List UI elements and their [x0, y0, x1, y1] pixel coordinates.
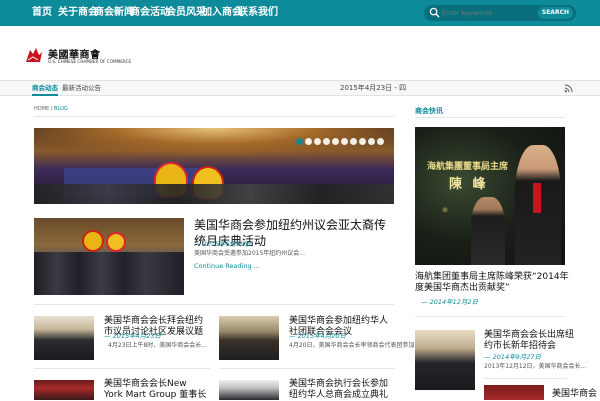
- sidebar-post-title[interactable]: 美国华商会会长出席纽约市长新年招待会: [484, 330, 574, 352]
- nav-item-activities[interactable]: 商会活动: [130, 0, 170, 26]
- slider-dot[interactable]: [359, 138, 366, 145]
- divider: [34, 368, 210, 369]
- post-excerpt: 4月20日，美国华商会会长率领商会代表团参加...: [289, 342, 421, 349]
- nav-item-about[interactable]: 关于商会: [58, 0, 98, 26]
- featured-post-image[interactable]: [34, 218, 184, 295]
- slider-dot[interactable]: [377, 138, 384, 145]
- tab-strip: 商会动态 最新活动公告 2015年4月23日 - 四: [0, 80, 600, 96]
- divider: [34, 116, 394, 117]
- lion-dance-figure: [82, 230, 104, 252]
- sidebar-post-thumbnail[interactable]: [415, 330, 475, 390]
- slider-dot[interactable]: [305, 138, 312, 145]
- slider-dot[interactable]: [368, 138, 375, 145]
- continue-reading-link[interactable]: Continue Reading ...: [194, 262, 260, 270]
- post-title[interactable]: 美国华商会会长New York Mart Group 董事长: [104, 379, 208, 401]
- breadcrumb-current: BLOG: [54, 106, 68, 112]
- divider: [34, 304, 394, 305]
- slider-dot[interactable]: [332, 138, 339, 145]
- logo-icon[interactable]: [24, 46, 44, 64]
- featured-post-date: — 2015年5月29日: [194, 240, 252, 248]
- tab-latest-events[interactable]: 最新活动公告: [62, 81, 101, 96]
- hero-slider-image[interactable]: [34, 128, 394, 204]
- sidebar-feature-image[interactable]: 海航集團董事局主席 陳 峰: [415, 127, 565, 265]
- sidebar-post-excerpt: 2013年12月12日，美国华商会会长...: [484, 363, 587, 370]
- current-date: 2015年4月23日 - 四: [340, 84, 407, 92]
- sidebar-feature-date: — 2014年12月2日: [421, 298, 479, 306]
- ceiling-lights: [34, 128, 394, 156]
- post-date: — 2015年4月20日: [289, 332, 347, 340]
- screen-caption: 海航集團董事局主席: [427, 162, 509, 172]
- divider: [484, 378, 566, 379]
- slider-dot[interactable]: [341, 138, 348, 145]
- group-photo: [34, 252, 184, 295]
- search-input[interactable]: [442, 5, 532, 21]
- slider-dot[interactable]: [323, 138, 330, 145]
- tie: [533, 183, 541, 213]
- tab-chamber-news[interactable]: 商会动态: [32, 81, 58, 96]
- breadcrumb: HOME / BLOG: [34, 106, 68, 112]
- brand-subtitle: U.S. CHINESE CHAMBER OF COMMERCE: [48, 59, 132, 64]
- nav-item-news[interactable]: 商会新闻: [94, 0, 134, 26]
- post-thumbnail[interactable]: [219, 316, 279, 360]
- slider-dot[interactable]: [314, 138, 321, 145]
- audience: [34, 184, 394, 204]
- nav-item-contact[interactable]: 联系我们: [238, 0, 278, 26]
- divider: [415, 117, 565, 118]
- lion-dance-figure: [106, 232, 126, 252]
- post-title[interactable]: 美国华商会执行会长参加纽约华人总商会成立典礼: [289, 379, 393, 401]
- post-excerpt: 4月23日上午8时，美国华商会会长...: [108, 342, 207, 349]
- sidebar-feature-title[interactable]: 海航集团董事局主席陈峰荣获“2014年度美国华商杰出贡献奖”: [415, 272, 575, 294]
- slider-dot[interactable]: [350, 138, 357, 145]
- top-navigation-bar: 首页 关于商会 商会新闻 商会活动 会员风采 加入商会 联系我们 SEARCH: [0, 0, 600, 26]
- nav-item-home[interactable]: 首页: [32, 0, 52, 26]
- rss-icon[interactable]: [564, 84, 573, 93]
- post-thumbnail[interactable]: [34, 316, 94, 360]
- nav-item-join[interactable]: 加入商会: [202, 0, 242, 26]
- post-date: — 2015年4月23日: [104, 332, 162, 340]
- sidebar-post-date: — 2014年9月27日: [484, 353, 542, 361]
- breadcrumb-home[interactable]: HOME: [34, 106, 49, 112]
- post-thumbnail[interactable]: [34, 380, 94, 400]
- divider: [219, 368, 395, 369]
- search-button[interactable]: SEARCH: [537, 7, 573, 19]
- person-figure: [471, 197, 505, 265]
- featured-post-excerpt: 美国华商会受邀参加2015年纽约州议会...: [194, 250, 305, 257]
- nav-item-members[interactable]: 会员风采: [166, 0, 206, 26]
- divider: [415, 316, 565, 317]
- search-box: SEARCH: [424, 5, 576, 21]
- sidebar-post-title[interactable]: 美国华商会: [552, 386, 597, 399]
- search-icon: [429, 7, 440, 18]
- screen-name: 陳 峰: [449, 177, 489, 192]
- post-thumbnail[interactable]: [219, 380, 279, 400]
- sidebar-heading: 商会快讯: [415, 107, 443, 115]
- slider-dot[interactable]: [296, 138, 303, 145]
- sidebar-post-thumbnail[interactable]: [484, 385, 544, 400]
- breadcrumb-separator: /: [50, 106, 53, 112]
